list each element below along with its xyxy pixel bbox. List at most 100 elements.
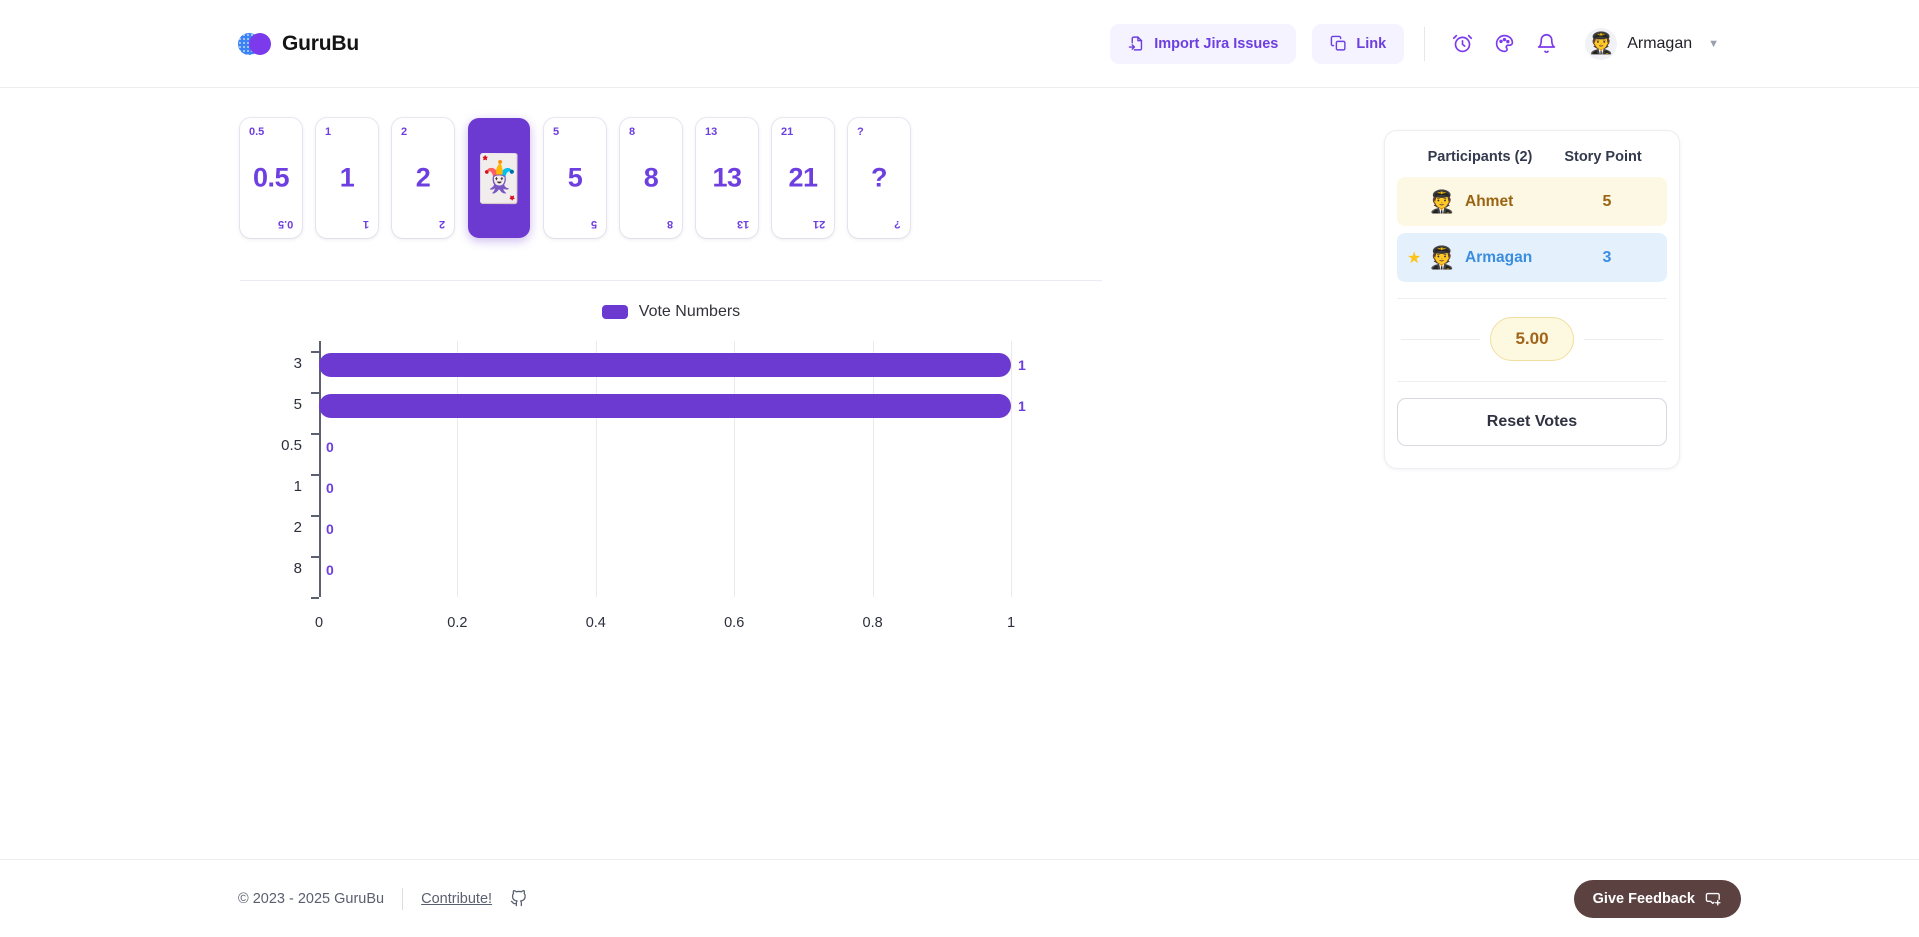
give-feedback-label: Give Feedback (1592, 890, 1695, 907)
x-axis-tick-label: 0.4 (585, 615, 606, 631)
card-corner-top: 1 (325, 126, 332, 138)
card-value: 2 (415, 162, 431, 193)
footer-divider (402, 887, 404, 910)
brand-name: GuruBu (282, 31, 359, 55)
palette-icon-button[interactable] (1487, 27, 1521, 61)
message-plus-icon (1705, 892, 1721, 906)
average-score-badge: 5.00 (1490, 317, 1574, 361)
card-value: 1 (339, 162, 355, 193)
brand-logo[interactable]: GuruBu (238, 32, 359, 56)
import-jira-issues-label: Import Jira Issues (1154, 35, 1279, 52)
y-axis-tick-label: 0.5 (281, 437, 302, 454)
card-value: 13 (712, 162, 742, 193)
palette-icon (1495, 34, 1513, 53)
card-value: 5 (567, 162, 583, 193)
participant-row-armagan[interactable]: ★ 🧑‍✈️ Armagan 3 (1397, 233, 1667, 282)
app-header: GuruBu Import Jira Issues Link (0, 0, 1919, 88)
link-label: Link (1356, 35, 1387, 52)
y-axis-tick-label: 3 (293, 355, 302, 372)
file-import-icon (1128, 36, 1143, 51)
vote-card-question[interactable]: ? ? ? (848, 118, 910, 238)
link-button[interactable]: Link (1312, 23, 1405, 64)
average-score-section: 5.00 (1397, 298, 1667, 381)
card-corner-bottom: ? (894, 218, 901, 230)
app-footer: © 2023 - 2025 GuruBu Contribute! Give Fe… (0, 859, 1919, 937)
voting-board: 0.5 0.5 0.5 1 1 1 2 2 2 🃏 5 5 5 8 8 8 13 (240, 118, 1102, 631)
y-axis-tick (311, 474, 319, 476)
y-axis-tick (311, 351, 319, 353)
card-corner-bottom: 8 (666, 218, 673, 230)
card-corner-top: 5 (553, 126, 560, 138)
vote-card-8[interactable]: 8 8 8 (620, 118, 682, 238)
y-axis-tick-label: 5 (293, 396, 302, 413)
copyright-text: © 2023 - 2025 GuruBu (238, 890, 385, 907)
chart-bar[interactable] (319, 394, 1011, 418)
vote-card-2[interactable]: 2 2 2 (392, 118, 454, 238)
card-corner-top: 13 (705, 126, 718, 138)
x-axis-tick-label: 0.8 (862, 615, 883, 631)
chart-bar-value-label: 0 (326, 562, 334, 578)
legend-label: Vote Numbers (638, 303, 741, 320)
x-axis-tick-label: 0.2 (447, 615, 468, 631)
chart-bar[interactable] (319, 353, 1011, 377)
star-icon: ★ (1407, 249, 1422, 267)
vote-card-3-selected[interactable]: 🃏 (468, 118, 530, 238)
avatar: 🧑‍✈️ (1585, 27, 1618, 60)
y-axis-tick (311, 433, 319, 435)
alarm-clock-icon-button[interactable] (1445, 27, 1479, 61)
y-axis-tick-label: 2 (293, 519, 302, 536)
card-corner-bottom: 2 (438, 218, 445, 230)
card-value: 8 (643, 162, 659, 193)
x-axis-tick-label: 0 (314, 615, 324, 631)
y-axis-tick (311, 597, 319, 599)
y-axis-tick-label: 1 (293, 478, 302, 495)
x-grid-line (1011, 341, 1012, 597)
card-corner-bottom: 21 (812, 218, 825, 230)
bell-icon-button[interactable] (1529, 27, 1563, 61)
vote-cards-row: 0.5 0.5 0.5 1 1 1 2 2 2 🃏 5 5 5 8 8 8 13 (240, 118, 1102, 238)
section-divider (240, 280, 1102, 281)
reset-votes-button[interactable]: Reset Votes (1397, 398, 1667, 446)
participant-name: Ahmet (1465, 192, 1514, 210)
participant-row-ahmet[interactable]: 🧑‍✈️ Ahmet 5 (1397, 177, 1667, 226)
chart-bar-value-label: 1 (1018, 357, 1026, 373)
vote-card-5[interactable]: 5 5 5 (544, 118, 606, 238)
import-jira-issues-button[interactable]: Import Jira Issues (1110, 23, 1297, 64)
card-corner-bottom: 0.5 (277, 218, 293, 230)
reset-votes-section: Reset Votes (1397, 381, 1667, 446)
vote-card-21[interactable]: 21 21 21 (772, 118, 834, 238)
copy-icon (1331, 35, 1346, 51)
github-icon[interactable] (510, 890, 527, 907)
card-corner-bottom: 5 (590, 218, 597, 230)
vote-card-13[interactable]: 13 13 13 (696, 118, 758, 238)
gurubu-logo-icon (238, 32, 272, 55)
card-corner-top: 2 (401, 126, 408, 138)
card-corner-bottom: 13 (736, 218, 749, 230)
footer-left: © 2023 - 2025 GuruBu Contribute! (238, 887, 527, 910)
bell-icon (1537, 33, 1555, 54)
avatar: 🧑‍✈️ (1428, 188, 1456, 214)
average-left-rule (1401, 338, 1480, 340)
vote-card-1[interactable]: 1 1 1 (316, 118, 378, 238)
chart-bar-value-label: 0 (326, 439, 334, 455)
y-axis-tick (311, 556, 319, 558)
user-menu[interactable]: 🧑‍✈️ Armagan ▼ (1585, 27, 1719, 60)
card-value: 0.5 (252, 162, 290, 193)
joker-card-icon: 🃏 (470, 152, 528, 204)
y-axis-tick (311, 392, 319, 394)
chart-bar-value-label: 0 (326, 521, 334, 537)
avatar: 🧑‍✈️ (1428, 244, 1456, 270)
average-right-rule (1584, 338, 1663, 340)
give-feedback-button[interactable]: Give Feedback (1573, 879, 1741, 918)
card-value: ? (871, 162, 888, 193)
contribute-link[interactable]: Contribute! (421, 891, 492, 907)
y-axis-line (319, 341, 321, 597)
card-corner-top: ? (857, 126, 864, 138)
card-corner-top: 21 (781, 126, 794, 138)
story-point-column-label: Story Point (1564, 149, 1642, 165)
vote-card-0.5[interactable]: 0.5 0.5 0.5 (240, 118, 302, 238)
header-actions: Import Jira Issues Link (1110, 23, 1719, 64)
x-grid-line (872, 341, 874, 597)
x-grid-line (457, 341, 459, 597)
x-axis-tick-label: 0.6 (724, 615, 745, 631)
